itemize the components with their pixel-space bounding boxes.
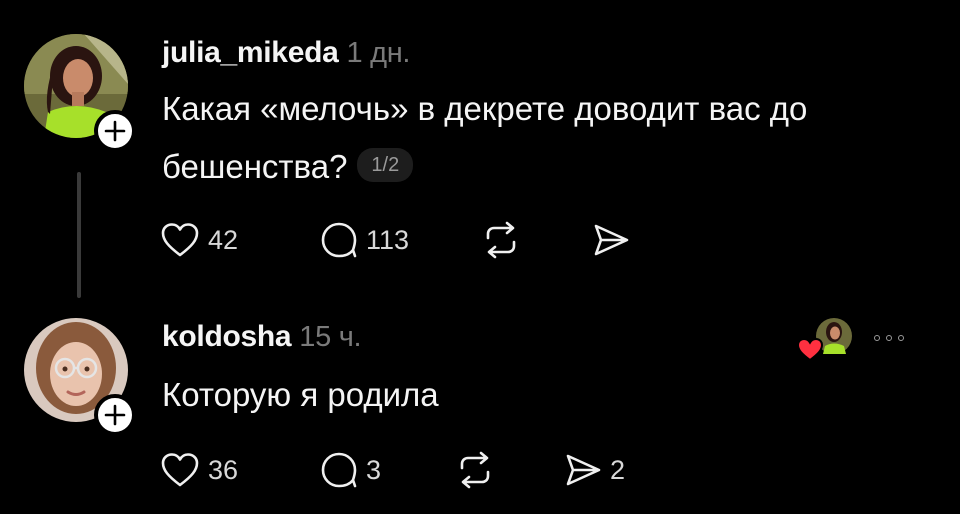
liked-by-author-indicator[interactable] [796,314,856,364]
red-heart-with-avatar-icon [796,318,852,362]
reply-count: 113 [366,224,410,255]
post-julia-mikeda: julia_mikeda 1 дн. Какая «мелочь» в декре… [0,0,960,300]
more-dot [886,335,892,341]
reply-button[interactable]: 113 [320,220,409,260]
send-paper-plane-icon [566,454,601,486]
repost-arrows-icon [486,221,516,259]
post-text: Какая «мелочь» в декрете доводит вас до … [162,80,942,196]
follow-button-julia-mikeda[interactable] [94,110,136,152]
share-button[interactable] [592,220,630,260]
username[interactable]: julia_mikeda [162,36,339,69]
more-options-button[interactable] [874,328,924,348]
post-body: Которую я родила [162,376,439,413]
repost-arrows-icon [460,451,490,489]
more-dots-icon [874,335,880,341]
post-actions: 42 113 [160,220,680,260]
post-timestamp: 15 ч. [299,321,362,353]
send-paper-plane-icon [594,224,629,256]
more-dot [898,335,904,341]
like-button[interactable]: 36 [160,450,238,490]
page-indicator[interactable]: 1/2 [357,148,414,183]
post-actions: 36 3 2 [160,450,680,490]
heart-outline-icon [161,453,199,487]
share-count: 2 [610,454,626,485]
post-author[interactable]: julia_mikeda 1 дн. [162,36,410,70]
like-count: 36 [208,454,239,485]
like-count: 42 [208,224,239,255]
username[interactable]: koldosha [162,320,292,353]
speech-bubble-icon [321,222,357,258]
repost-button[interactable] [456,450,494,490]
plus-icon [104,120,126,142]
plus-icon [104,404,126,426]
follow-button-koldosha[interactable] [94,394,136,436]
reply-button[interactable]: 3 [320,450,381,490]
reply-count: 3 [366,454,382,485]
post-koldosha: koldosha 15 ч. Которую я родила 36 3 2 [0,300,960,514]
like-button[interactable]: 42 [160,220,238,260]
thread-connector-line [77,172,81,298]
heart-outline-icon [161,223,199,257]
post-timestamp: 1 дн. [346,37,411,69]
repost-button[interactable] [482,220,520,260]
share-button[interactable]: 2 [564,450,625,490]
post-text: Которую я родила [162,366,862,424]
speech-bubble-icon [321,452,357,488]
post-body: Какая «мелочь» в декрете доводит вас до … [162,90,808,185]
post-author[interactable]: koldosha 15 ч. [162,320,362,354]
